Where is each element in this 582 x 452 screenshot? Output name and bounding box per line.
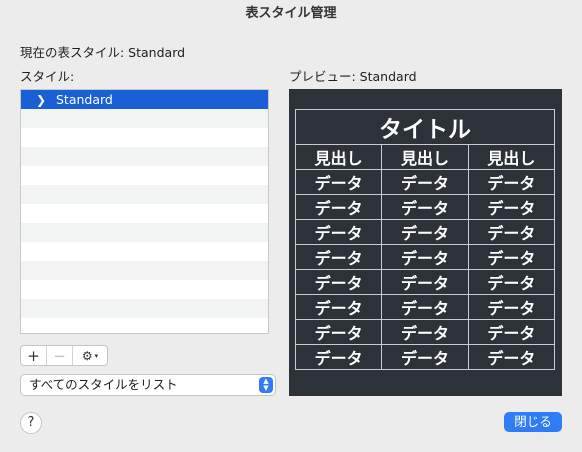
preview-label: プレビュー: Standard xyxy=(289,69,417,84)
preview-header-cell: 見出し xyxy=(467,144,556,170)
empty-list-row xyxy=(21,109,268,128)
add-style-button[interactable]: + xyxy=(21,346,47,365)
empty-list-row xyxy=(21,223,268,242)
preview-data-cell: データ xyxy=(381,269,469,295)
preview-data-cell: データ xyxy=(381,219,469,245)
preview-data-cell: データ xyxy=(381,169,469,195)
empty-list-row xyxy=(21,147,268,166)
popup-arrows-icon: ▲ ▼ xyxy=(259,377,273,393)
preview-data-cell: データ xyxy=(381,294,469,320)
style-list-item[interactable]: ❯ Standard xyxy=(21,90,268,109)
preview-data-cell: データ xyxy=(467,269,556,295)
styles-label: スタイル: xyxy=(20,69,75,84)
preview-data-cell: データ xyxy=(294,344,383,370)
preview-header-cell: 見出し xyxy=(294,144,383,170)
current-style-label: 現在の表スタイル: Standard xyxy=(20,45,186,60)
gear-menu-button[interactable]: ⚙ ▾ xyxy=(73,346,107,365)
table-preview: タイトル 見出し 見出し 見出し データ データ データ データ データ データ… xyxy=(289,89,562,396)
preview-table-title: タイトル xyxy=(295,109,555,145)
style-list-item-label: Standard xyxy=(56,92,113,107)
preview-data-cell: データ xyxy=(294,244,383,270)
empty-list-row xyxy=(21,318,268,333)
preview-data-cell: データ xyxy=(294,194,383,220)
preview-data-cell: データ xyxy=(467,294,556,320)
empty-list-row xyxy=(21,128,268,147)
preview-data-cell: データ xyxy=(467,344,556,370)
help-button[interactable]: ? xyxy=(20,412,42,434)
empty-list-row xyxy=(21,204,268,223)
preview-data-cell: データ xyxy=(381,194,469,220)
style-list[interactable]: ❯ Standard xyxy=(20,89,269,334)
preview-data-cell: データ xyxy=(294,169,383,195)
preview-data-cell: データ xyxy=(467,169,556,195)
empty-list-row xyxy=(21,299,268,318)
preview-table: タイトル 見出し 見出し 見出し データ データ データ データ データ データ… xyxy=(294,109,556,370)
preview-data-cell: データ xyxy=(381,244,469,270)
gear-icon: ⚙ xyxy=(81,348,93,363)
remove-style-button[interactable]: − xyxy=(47,346,73,365)
window-title: 表スタイル管理 xyxy=(245,6,337,21)
preview-data-cell: データ xyxy=(381,344,469,370)
preview-data-cell: データ xyxy=(381,319,469,345)
style-filter-popup[interactable]: すべてのスタイルをリスト ▲ ▼ xyxy=(20,374,276,396)
chevron-right-icon[interactable]: ❯ xyxy=(34,91,48,110)
preview-data-cell: データ xyxy=(467,319,556,345)
empty-list-row xyxy=(21,166,268,185)
preview-data-cell: データ xyxy=(467,194,556,220)
preview-data-cell: データ xyxy=(294,319,383,345)
preview-header-cell: 見出し xyxy=(381,144,469,170)
close-button[interactable]: 閉じる xyxy=(504,412,562,432)
style-filter-value: すべてのスタイルをリスト xyxy=(29,377,178,392)
empty-list-row xyxy=(21,280,268,299)
empty-list-row xyxy=(21,185,268,204)
style-list-buttons: + − ⚙ ▾ xyxy=(20,345,108,366)
preview-data-cell: データ xyxy=(467,244,556,270)
preview-data-cell: データ xyxy=(294,269,383,295)
empty-list-row xyxy=(21,261,268,280)
chevron-down-icon: ▾ xyxy=(94,351,99,360)
preview-data-cell: データ xyxy=(467,219,556,245)
preview-data-cell: データ xyxy=(294,219,383,245)
empty-list-row xyxy=(21,242,268,261)
preview-data-cell: データ xyxy=(294,294,383,320)
